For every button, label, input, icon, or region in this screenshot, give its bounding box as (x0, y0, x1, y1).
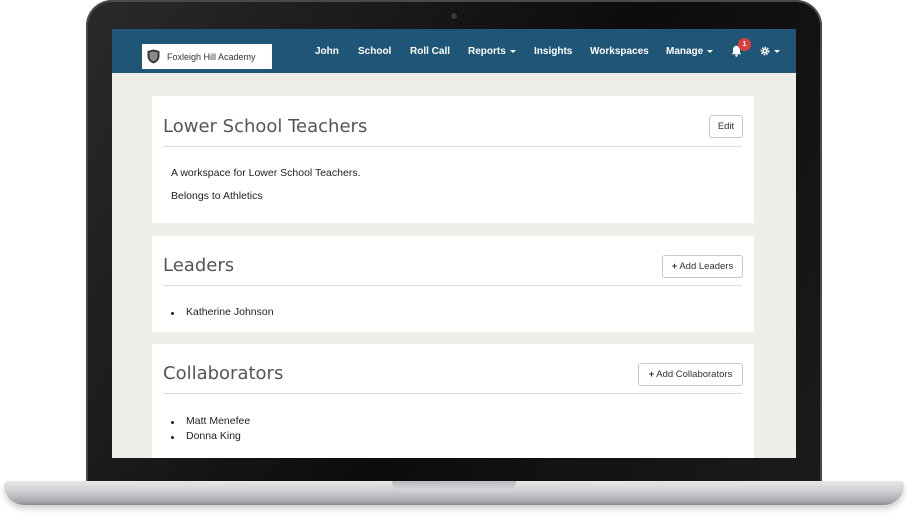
nav-insights[interactable]: Insights (534, 46, 572, 57)
nav-insights-label: Insights (534, 46, 573, 57)
bullet (171, 312, 174, 315)
collaborators-heading: Collaborators (163, 363, 284, 384)
nav-workspaces[interactable]: Workspaces (590, 46, 649, 57)
nav-john[interactable]: John (315, 46, 339, 57)
page-title: Lower School Teachers (163, 116, 368, 137)
app-screen: Foxleigh Hill Academy John School Roll C… (112, 29, 796, 458)
settings-menu[interactable] (760, 45, 780, 57)
shield-icon (147, 49, 160, 64)
nav-john-label: John (315, 46, 339, 57)
nav-school-label: School (358, 46, 392, 57)
caret-down-icon (509, 49, 516, 53)
plus-icon: + (671, 261, 678, 272)
collaborator-name: Matt Menefee (186, 415, 251, 427)
add-collaborators-button[interactable]: + Add Collaborators (638, 363, 743, 386)
leaders-card: Leaders + Add Leaders Katherine Johnson (152, 236, 754, 332)
edit-button[interactable]: Edit (709, 115, 743, 138)
laptop-notch (392, 481, 516, 491)
gear-icon (760, 46, 770, 56)
notification-badge[interactable]: 1 (738, 38, 751, 51)
brand-name: Foxleigh Hill Academy (167, 51, 256, 62)
collaborator-name: Donna King (186, 430, 241, 442)
webcam (451, 13, 457, 19)
workspace-description: A workspace for Lower School Teachers. (171, 167, 361, 179)
nav-workspaces-label: Workspaces (590, 46, 649, 57)
collaborators-card: Collaborators + Add Collaborators Matt Me… (152, 344, 754, 458)
leader-name: Katherine Johnson (186, 306, 274, 318)
nav-manage[interactable]: Manage (666, 46, 714, 57)
nav-school[interactable]: School (358, 46, 391, 57)
brand-logo[interactable]: Foxleigh Hill Academy (142, 44, 272, 69)
caret-down-icon (707, 49, 714, 53)
nav-reports[interactable]: Reports (468, 46, 516, 57)
top-navbar: Foxleigh Hill Academy John School Roll C… (112, 29, 796, 73)
plus-icon: + (648, 369, 655, 380)
workspace-owner: Belongs to Athletics (171, 190, 263, 202)
add-leaders-label: Add Leaders (679, 261, 734, 272)
caret-down-icon (774, 49, 780, 53)
divider (163, 146, 742, 147)
leaders-heading: Leaders (163, 255, 235, 276)
bullet (171, 436, 174, 439)
nav-reports-label: Reports (468, 46, 506, 57)
workspace-card: Lower School Teachers Edit A workspace f… (152, 96, 754, 223)
add-leaders-button[interactable]: + Add Leaders (662, 255, 743, 278)
nav-roll-call[interactable]: Roll Call (410, 46, 450, 57)
bullet (171, 421, 174, 424)
divider (163, 393, 742, 394)
nav-roll-call-label: Roll Call (410, 46, 451, 57)
nav-manage-label: Manage (666, 46, 704, 57)
divider (163, 285, 742, 286)
add-collaborators-label: Add Collaborators (656, 369, 733, 380)
